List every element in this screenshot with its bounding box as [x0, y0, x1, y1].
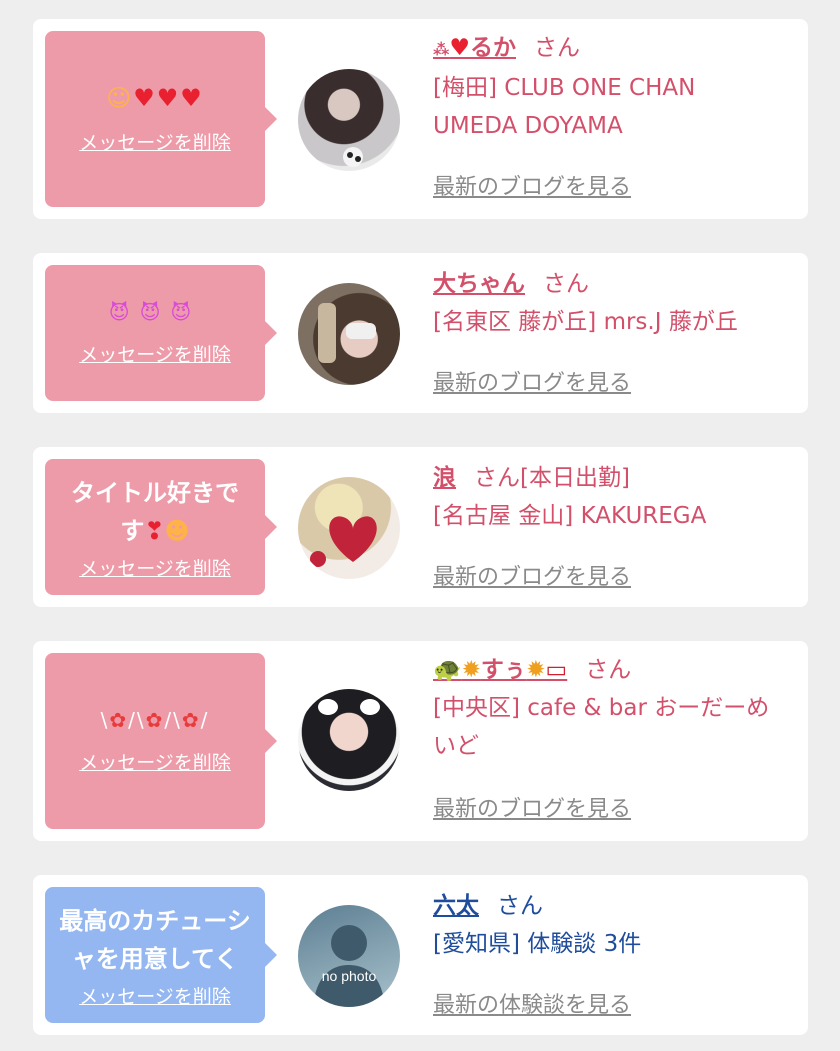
- message-card: 😈😈😈 メッセージを削除 大ちゃん さん [名東区 藤が丘] mrs.J 藤が丘 …: [33, 253, 808, 413]
- user-name-row: 大ちゃん さん: [433, 265, 794, 303]
- sparkle-icon: ⁂: [433, 40, 450, 59]
- user-info: 六太 さん [愛知県] 体験談 3件 最新の体験談を見る: [433, 887, 794, 1018]
- latest-blog-link[interactable]: 最新のブログを見る: [433, 559, 631, 597]
- user-info: 浪さん[本日出勤] [名古屋 金山] KAKUREGA 最新のブログを見る: [433, 459, 794, 590]
- latest-blog-link[interactable]: 最新のブログを見る: [433, 365, 631, 403]
- user-name-row: ⁂♥るか さん: [433, 29, 794, 69]
- message-bubble: 最高のカチューシ ャを用意してく メッセージを削除: [45, 887, 265, 1023]
- user-name-link[interactable]: 浪: [433, 465, 456, 491]
- avatar-photo: [318, 699, 380, 715]
- smiling-devil-icon: 😈: [108, 299, 140, 324]
- message-card: 最高のカチューシ ャを用意してく メッセージを削除 no photo 六太 さん […: [33, 875, 808, 1035]
- message-card: ☺♥♥♥ メッセージを削除 ⁂♥るか さん [梅田] CLUB ONE CHAN U…: [33, 19, 808, 219]
- shop-name: [名古屋 金山] KAKUREGA: [433, 503, 707, 529]
- avatar[interactable]: [298, 689, 400, 791]
- latest-blog-link[interactable]: 最新のブログを見る: [433, 791, 631, 829]
- heart-icon: ♥: [180, 83, 204, 112]
- heart-icon: ♥: [449, 35, 470, 61]
- user-name-row: 🐢✹すぅ✹▭ さん: [433, 651, 794, 689]
- honorific: さん[本日出勤]: [474, 465, 630, 491]
- shop-name: [中央区] cafe & bar おーだーめ いど: [433, 695, 770, 759]
- user-info: 🐢✹すぅ✹▭ さん [中央区] cafe & bar おーだーめ いど 最新のブログ…: [433, 651, 794, 822]
- avatar-photo: [343, 147, 363, 167]
- message-text: タイトル好きで す❣☻: [71, 478, 239, 545]
- tulip-icon: ✿: [181, 707, 201, 732]
- latest-blog-link[interactable]: 最新のブログを見る: [433, 169, 631, 207]
- shop-name: [名東区 藤が丘] mrs.J 藤が丘: [433, 309, 738, 335]
- message-emoji-row: ☺♥♥♥: [106, 84, 204, 112]
- message-card: \✿/\✿/\✿/ メッセージを削除 🐢✹すぅ✹▭ さん [中央区] cafe &…: [33, 641, 808, 841]
- turtle-icon: 🐢: [433, 657, 462, 683]
- smiley-face-icon: ☺: [106, 83, 134, 112]
- status-badge: [本日出勤]: [520, 465, 630, 491]
- user-info: 大ちゃん さん [名東区 藤が丘] mrs.J 藤が丘 最新のブログを見る: [433, 265, 794, 396]
- honorific: さん: [585, 657, 632, 683]
- shop-name: [愛知県] 体験談 3件: [433, 931, 642, 957]
- avatar-photo: [310, 516, 377, 567]
- message-card: タイトル好きで す❣☻ メッセージを削除 浪さん[本日出勤] [名古屋 金山] K…: [33, 447, 808, 607]
- avatar-placeholder-silhouette: no photo: [313, 925, 385, 1007]
- message-text: 最高のカチューシ ャを用意してく: [59, 906, 251, 973]
- delete-message-link[interactable]: メッセージを削除: [79, 554, 231, 581]
- user-name-row: 六太 さん: [433, 887, 794, 925]
- heart-exclamation-icon: ❣: [144, 516, 165, 545]
- message-bubble: タイトル好きで す❣☻ メッセージを削除: [45, 459, 265, 595]
- message-emoji-row: 😈😈😈: [109, 300, 202, 324]
- smiling-devil-icon: 😈: [170, 299, 202, 324]
- delete-message-link[interactable]: メッセージを削除: [79, 982, 231, 1009]
- message-bubble: 😈😈😈 メッセージを削除: [45, 265, 265, 401]
- grinning-squint-face-icon: ☻: [164, 516, 190, 545]
- sunflower-icon: ✹: [526, 657, 546, 683]
- tulip-icon: ✿: [109, 707, 129, 732]
- smiling-devil-icon: 😈: [139, 299, 171, 324]
- delete-message-link[interactable]: メッセージを削除: [79, 128, 231, 155]
- avatar-photo: [318, 303, 376, 363]
- message-bubble: \✿/\✿/\✿/ メッセージを削除: [45, 653, 265, 829]
- honorific: さん: [497, 893, 543, 919]
- user-name-link[interactable]: ⁂♥るか: [433, 35, 516, 61]
- sunflower-icon: ✹: [461, 657, 481, 683]
- avatar[interactable]: [298, 69, 400, 171]
- avatar[interactable]: [298, 283, 400, 385]
- user-name-link[interactable]: 大ちゃん: [433, 271, 525, 297]
- user-name-link[interactable]: 🐢✹すぅ✹▭: [433, 657, 567, 683]
- user-info: ⁂♥るか さん [梅田] CLUB ONE CHAN UMEDA DOYAMA 最新…: [433, 29, 794, 200]
- heart-icon: ♥: [156, 83, 181, 112]
- honorific: さん: [543, 271, 589, 297]
- shop-name: [梅田] CLUB ONE CHAN UMEDA DOYAMA: [433, 75, 696, 139]
- heart-icon: ♥: [133, 83, 157, 112]
- delete-message-link[interactable]: メッセージを削除: [79, 340, 231, 367]
- message-emoji-row: \✿/\✿/\✿/: [100, 707, 210, 732]
- latest-review-link[interactable]: 最新の体験談を見る: [433, 987, 631, 1025]
- user-name-link[interactable]: 六太: [433, 893, 479, 919]
- message-bubble: ☺♥♥♥ メッセージを削除: [45, 31, 265, 207]
- no-photo-label: no photo: [322, 968, 377, 984]
- mouth-icon: ▭: [545, 657, 568, 683]
- user-name-row: 浪さん[本日出勤]: [433, 459, 794, 497]
- honorific: さん: [534, 35, 580, 61]
- avatar[interactable]: [298, 477, 400, 579]
- tulip-icon: ✿: [145, 707, 165, 732]
- delete-message-link[interactable]: メッセージを削除: [79, 748, 231, 775]
- avatar-no-photo[interactable]: no photo: [298, 905, 400, 1007]
